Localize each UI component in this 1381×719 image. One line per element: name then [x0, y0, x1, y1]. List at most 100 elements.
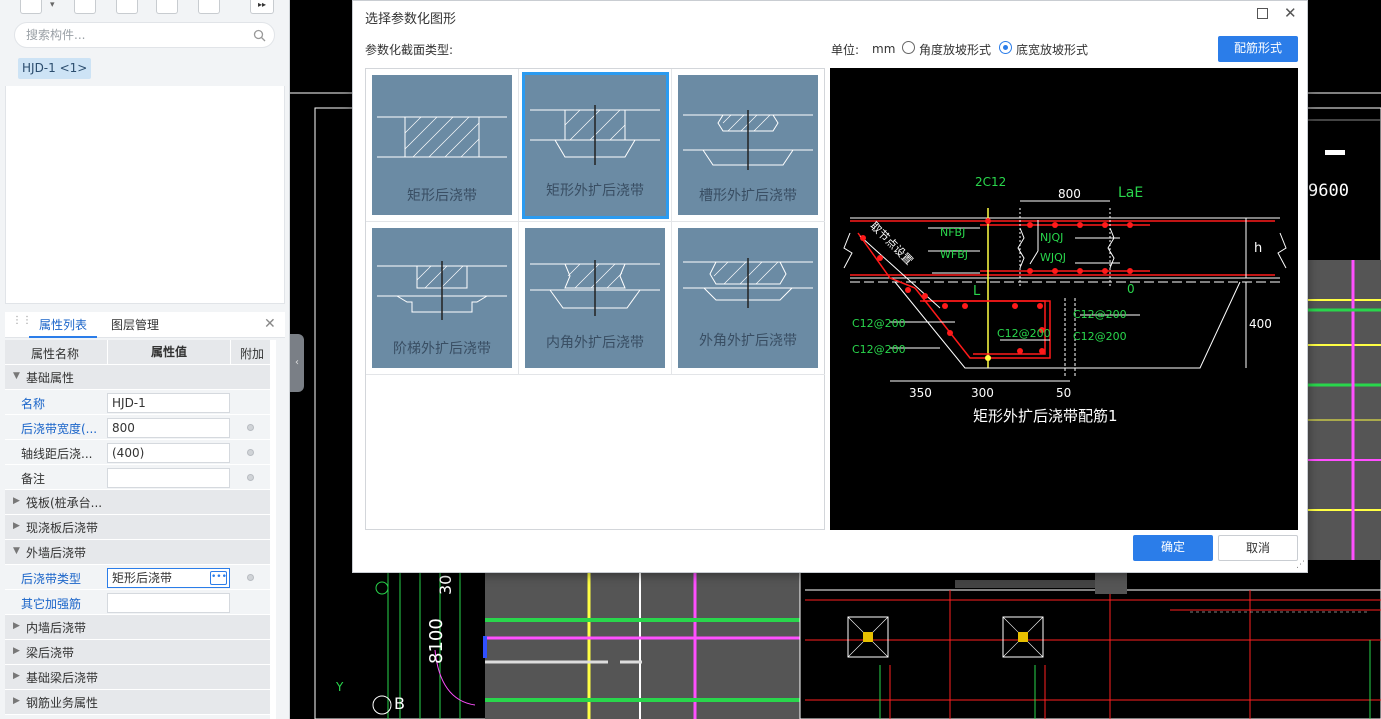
radio-angle-label: 角度放坡形式	[919, 43, 992, 57]
ellipsis-button[interactable]: •••	[210, 571, 227, 585]
chevron-down-icon[interactable]: ▾	[50, 0, 55, 10]
search-icon[interactable]	[253, 29, 266, 42]
cad-axis-y: Y	[336, 680, 344, 694]
prop-axis-offset-field[interactable]: (400)	[107, 443, 230, 463]
close-icon[interactable]: ✕	[1284, 4, 1297, 22]
drag-handle-icon[interactable]: ⋮⋮	[12, 316, 32, 332]
rebar-preview: 2C12 800 LaE NFBJ WFBJ NJQJ WJQJ h L 0 取…	[830, 68, 1298, 530]
group-inner-wall[interactable]: ▶ 内墙后浇带	[5, 615, 271, 640]
copy-button[interactable]	[74, 0, 96, 14]
delete-button[interactable]	[116, 0, 138, 14]
label-dim-50: 50	[1056, 386, 1072, 400]
search-input[interactable]	[15, 23, 240, 47]
radio-angle-slope[interactable]	[902, 41, 915, 54]
group-rebar[interactable]: ▶ 钢筋业务属性	[5, 690, 271, 715]
collapse-handle[interactable]: ‹	[290, 334, 304, 392]
prop-row-other-rebar: 其它加强筋	[5, 590, 271, 615]
label-top-bar: 2C12	[975, 175, 1007, 189]
maximize-icon[interactable]	[1257, 8, 1268, 19]
prop-row-axis-offset: 轴线距后浇... (400)	[5, 440, 271, 465]
filter-button[interactable]	[198, 0, 220, 14]
caret-right-icon: ▶	[13, 671, 20, 681]
prop-other-rebar-field[interactable]	[107, 593, 230, 613]
prop-row-band-type: 后浇带类型 矩形后浇带 •••	[5, 565, 271, 590]
shape-label: 内角外扩后浇带	[546, 335, 644, 351]
group-raft[interactable]: ▶ 筏板(桩承台...	[5, 490, 271, 515]
caret-right-icon: ▶	[13, 496, 20, 506]
close-icon[interactable]: ✕	[264, 316, 276, 332]
group-basic[interactable]: ▼ 基础属性	[5, 365, 271, 390]
component-chip[interactable]: HJD-1 <1>	[18, 58, 92, 79]
label-wjqj: WJQJ	[1040, 251, 1067, 264]
label-dim-300: 300	[971, 386, 994, 400]
more-icon[interactable]: ▸▸	[250, 0, 274, 14]
radio-width-label: 底宽放坡形式	[1016, 43, 1089, 57]
shape-grid: 矩形后浇带 矩形外扩后浇带 槽形外扩后浇带 阶梯外扩后浇带 内角外扩后浇带 外角…	[365, 68, 825, 530]
tab-property-list[interactable]: 属性列表	[29, 312, 97, 338]
label-wfbj: WFBJ	[940, 248, 968, 261]
label-nfbj: NFBJ	[940, 226, 966, 239]
group-foundation-beam[interactable]: ▶ 基础梁后浇带	[5, 665, 271, 690]
header-extra: 附加	[240, 347, 265, 361]
extra-checkbox[interactable]	[247, 424, 254, 431]
shape-label: 槽形外扩后浇带	[699, 188, 797, 204]
label-c12-left-2: C12@200	[852, 343, 906, 356]
shape-thumb: 内角外扩后浇带	[525, 228, 665, 368]
parametric-shape-dialog: 选择参数化图形 ✕ 参数化截面类型: 单位: mm 角度放坡形式 底宽放坡形式 …	[352, 0, 1308, 573]
label-l: L	[973, 284, 981, 299]
shape-label: 阶梯外扩后浇带	[393, 341, 491, 357]
cancel-button[interactable]: 取消	[1218, 535, 1298, 561]
shape-label: 矩形后浇带	[407, 188, 477, 204]
resize-grip-icon[interactable]: ⋰	[1296, 561, 1306, 571]
ok-button[interactable]: 确定	[1133, 535, 1213, 561]
cad-axis-b: B	[394, 694, 405, 713]
shape-cell-outer-corner[interactable]: 外角外扩后浇带	[672, 222, 825, 375]
group-outer-wall[interactable]: ▼ 外墙后浇带	[5, 540, 271, 565]
layer-button[interactable]	[156, 0, 178, 14]
component-list	[5, 86, 285, 304]
label-lae: LaE	[1118, 185, 1144, 201]
prop-remark-field[interactable]	[107, 468, 230, 488]
prop-row-remark: 备注	[5, 465, 271, 490]
label-c12-right-2: C12@200	[1073, 330, 1127, 343]
preview-caption: 矩形外扩后浇带配筋1	[973, 407, 1118, 425]
shape-cell-inner-corner[interactable]: 内角外扩后浇带	[519, 222, 672, 375]
label-h: h	[1254, 241, 1263, 256]
prop-name-field[interactable]: HJD-1	[107, 393, 230, 413]
group-beam[interactable]: ▶ 梁后浇带	[5, 640, 271, 665]
prop-width-field[interactable]: 800	[107, 418, 230, 438]
label-njqj: NJQJ	[1040, 231, 1064, 244]
shape-thumb: 阶梯外扩后浇带	[372, 228, 512, 368]
label-c12-mid: C12@200	[997, 327, 1051, 340]
shape-label: 外角外扩后浇带	[699, 333, 797, 349]
extra-checkbox[interactable]	[247, 574, 254, 581]
unit-label: 单位:	[831, 43, 860, 57]
shape-cell-rect-outer[interactable]: 矩形外扩后浇带	[519, 69, 672, 222]
shape-thumb: 槽形外扩后浇带	[678, 75, 818, 215]
dialog-title: 选择参数化图形	[365, 12, 457, 27]
property-panel-header: ⋮⋮ 属性列表 图层管理 ✕	[5, 312, 285, 338]
shape-thumb: 外角外扩后浇带	[678, 228, 818, 368]
rebar-form-button[interactable]: 配筋形式	[1218, 36, 1298, 62]
shape-cell-rect[interactable]: 矩形后浇带	[366, 69, 519, 222]
extra-checkbox[interactable]	[247, 449, 254, 456]
shape-thumb-selected: 矩形外扩后浇带	[522, 72, 669, 219]
tab-layer-management[interactable]: 图层管理	[105, 312, 165, 338]
caret-right-icon: ▶	[13, 696, 20, 706]
prop-row-name: 名称 HJD-1	[5, 390, 271, 415]
shape-cell-groove-outer[interactable]: 槽形外扩后浇带	[672, 69, 825, 222]
left-panel: ▾ ▸▸ HJD-1 <1> ⋮⋮ 属性列表 图层管理 ✕ 属性名称 属性值 附…	[0, 0, 290, 719]
caret-right-icon: ▶	[13, 646, 20, 656]
extra-checkbox[interactable]	[247, 474, 254, 481]
radio-width-slope[interactable]	[999, 41, 1012, 54]
shape-label: 矩形外扩后浇带	[546, 183, 644, 199]
caret-right-icon: ▶	[13, 521, 20, 531]
preview-drawing	[843, 200, 1287, 382]
property-scrollbar[interactable]	[270, 340, 276, 719]
search-box[interactable]	[14, 22, 275, 48]
shape-cell-step-outer[interactable]: 阶梯外扩后浇带	[366, 222, 519, 375]
new-button[interactable]	[20, 0, 42, 14]
property-table-header: 属性名称 属性值 附加	[5, 340, 271, 365]
group-slab[interactable]: ▶ 现浇板后浇带	[5, 515, 271, 540]
label-dim-350: 350	[909, 386, 932, 400]
